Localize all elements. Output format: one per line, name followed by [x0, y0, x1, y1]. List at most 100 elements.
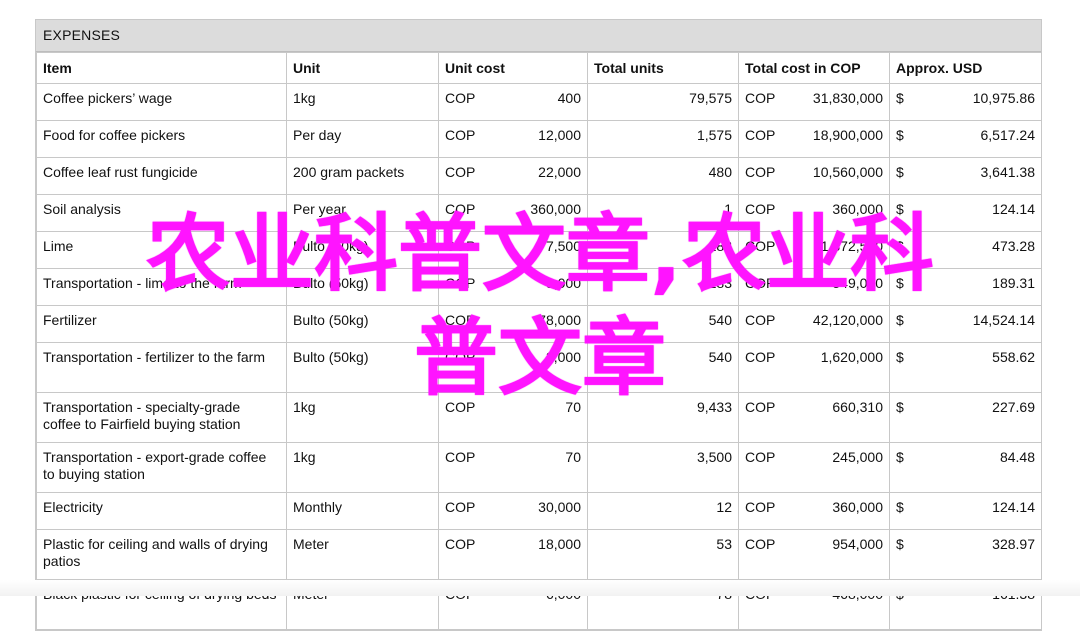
cell-unit-cost: COP 22,000	[438, 157, 588, 195]
col-header-unit: Unit	[286, 52, 439, 84]
currency-label: COP	[445, 164, 476, 180]
cell-total-cost: COP 660,310	[738, 392, 890, 443]
cell-item: Soil analysis	[36, 194, 287, 232]
table-row: Fertilizer Bulto (50kg) COP 78,000 540 COP 42,…	[36, 305, 1042, 343]
unit-cost-value: 70	[565, 399, 581, 415]
cell-total-cost: COP 1,620,000	[738, 342, 890, 393]
cell-total-units: 53	[587, 529, 739, 580]
cell-total-cost: COP 360,000	[738, 194, 890, 232]
cell-unit-cost: COP 70	[438, 392, 588, 443]
currency-label: COP	[745, 201, 776, 217]
usd-value: 328.97	[992, 536, 1035, 552]
currency-label: COP	[745, 536, 776, 552]
cell-item: Plastic for ceiling and walls of drying …	[36, 529, 287, 580]
table-body: Coffee pickers’ wage 1kg COP 400 79,575 COP 31…	[36, 83, 1042, 630]
cell-unit: Bulto (50kg)	[286, 268, 439, 306]
unit-cost-value: 360,000	[530, 201, 581, 217]
unit-cost-value: 78,000	[538, 312, 581, 328]
unit-text: Monthly	[293, 499, 343, 515]
table-row: Electricity Monthly COP 30,000 12 COP 360,000 $…	[36, 492, 1042, 530]
currency-label: COP	[445, 312, 476, 328]
cell-total-units: 183	[587, 231, 739, 269]
expenses-sheet: EXPENSES Item Unit Unit cost Total units…	[35, 19, 1042, 631]
cell-usd: $10,975.86	[889, 83, 1042, 121]
unit-text: 1kg	[293, 399, 316, 415]
col-header-usd: Approx. USD	[889, 52, 1042, 84]
cell-total-cost: COP 1,372,500	[738, 231, 890, 269]
currency-label: COP	[445, 275, 476, 291]
col-header-unit-cost: Unit cost	[438, 52, 588, 84]
table-row: Transportation - specialty-grade coffee …	[36, 392, 1042, 443]
cell-total-cost: COP 549,000	[738, 268, 890, 306]
cell-unit-cost: COP 12,000	[438, 120, 588, 158]
total-cost-value: 245,000	[832, 449, 883, 465]
cell-total-units: 12	[587, 492, 739, 530]
usd-value: 558.62	[992, 349, 1035, 365]
table-row: Coffee pickers’ wage 1kg COP 400 79,575 COP 31…	[36, 83, 1042, 121]
total-cost-value: 10,560,000	[812, 164, 883, 180]
cell-usd: $3,641.38	[889, 157, 1042, 195]
col-header-item: Item	[36, 52, 287, 84]
unit-text: 200 gram packets	[293, 164, 405, 180]
total-cost-value: 360,000	[832, 201, 883, 217]
currency-label: COP	[745, 238, 776, 254]
cell-item: Fertilizer	[36, 305, 287, 343]
currency-symbol: $	[896, 275, 904, 291]
currency-symbol: $	[896, 449, 904, 465]
unit-text: 1kg	[293, 449, 316, 465]
usd-value: 3,641.38	[980, 164, 1036, 180]
unit-cost-value: 18,000	[538, 536, 581, 552]
cell-usd: $473.28	[889, 231, 1042, 269]
total-cost-value: 18,900,000	[812, 127, 883, 143]
cell-total-units: 540	[587, 342, 739, 393]
cell-item: Electricity	[36, 492, 287, 530]
unit-cost-value: 3,000	[545, 275, 581, 291]
total-cost-value: 31,830,000	[812, 90, 883, 106]
total-cost-value: 360,000	[832, 499, 883, 515]
cell-usd: $124.14	[889, 492, 1042, 530]
cell-usd: $227.69	[889, 392, 1042, 443]
item-text: Transportation - export-grade coffee to …	[43, 449, 267, 482]
cell-unit: 1kg	[286, 392, 439, 443]
cell-usd: $14,524.14	[889, 305, 1042, 343]
unit-text: Bulto (50kg)	[293, 349, 369, 365]
cell-unit-cost: COP 400	[438, 83, 588, 121]
cell-total-units: 1	[587, 194, 739, 232]
cell-usd: $558.62	[889, 342, 1042, 393]
total-units-value: 540	[708, 349, 732, 365]
total-units-value: 12	[716, 499, 732, 515]
item-text: Transportation - specialty-grade coffee …	[43, 399, 241, 432]
item-text: Fertilizer	[43, 312, 97, 328]
cell-unit: 1kg	[286, 83, 439, 121]
currency-symbol: $	[896, 90, 904, 106]
unit-cost-value: 400	[557, 90, 581, 106]
currency-label: COP	[745, 164, 776, 180]
unit-text: Meter	[293, 536, 329, 552]
table-row: Food for coffee pickers Per day COP 12,000 1…	[36, 120, 1042, 158]
cell-unit: Monthly	[286, 492, 439, 530]
currency-label: COP	[745, 90, 776, 106]
cell-unit: 1kg	[286, 442, 439, 493]
cell-unit-cost: COP 30,000	[438, 492, 588, 530]
usd-value: 473.28	[992, 238, 1035, 254]
unit-text: Bulto (50kg)	[293, 312, 369, 328]
currency-symbol: $	[896, 238, 904, 254]
cell-total-cost: COP 42,120,000	[738, 305, 890, 343]
cell-total-cost: COP 31,830,000	[738, 83, 890, 121]
unit-cost-value: 70	[565, 449, 581, 465]
cell-unit: Per year	[286, 194, 439, 232]
usd-value: 84.48	[999, 449, 1035, 465]
usd-value: 189.31	[992, 275, 1035, 291]
table-row: Coffee leaf rust fungicide 200 gram packe…	[36, 157, 1042, 195]
currency-symbol: $	[896, 312, 904, 328]
currency-symbol: $	[896, 127, 904, 143]
currency-label: COP	[445, 399, 476, 415]
unit-cost-value: 12,000	[538, 127, 581, 143]
currency-label: COP	[445, 536, 476, 552]
item-text: Transportation - fertilizer to the farm	[43, 349, 266, 365]
cell-unit-cost: COP 18,000	[438, 529, 588, 580]
table-row: Plastic for ceiling and walls of drying …	[36, 529, 1042, 580]
unit-text: 1kg	[293, 90, 316, 106]
usd-value: 124.14	[992, 499, 1035, 515]
cell-item: Lime	[36, 231, 287, 269]
